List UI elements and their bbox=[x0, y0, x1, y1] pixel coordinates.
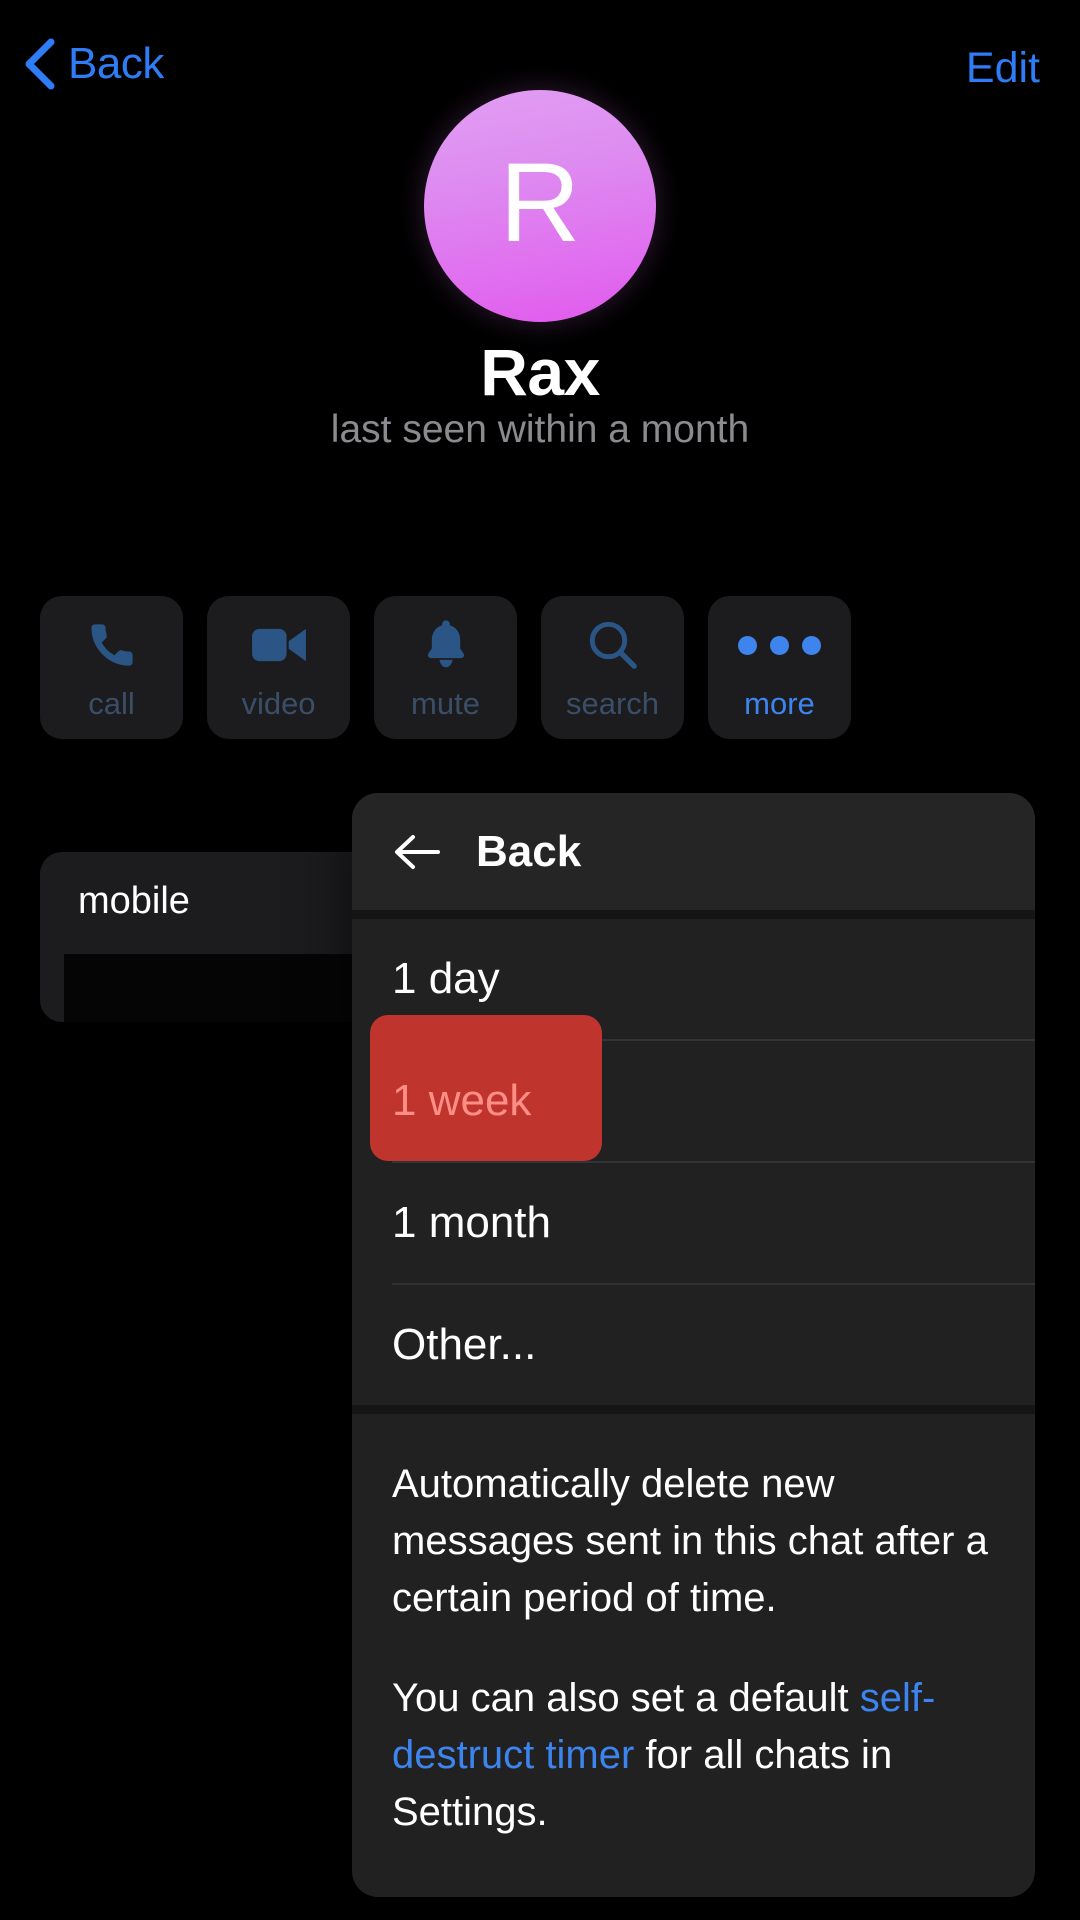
back-button[interactable]: Back bbox=[22, 38, 164, 90]
avatar[interactable]: R bbox=[424, 90, 656, 322]
edit-button[interactable]: Edit bbox=[966, 44, 1040, 93]
action-button-search-label: search bbox=[565, 686, 660, 721]
arrow-left-icon bbox=[392, 832, 442, 872]
bell-icon bbox=[422, 616, 470, 674]
context-menu: Back 1 day 1 week 1 month Other... Autom… bbox=[352, 793, 1035, 1897]
context-menu-footer: Automatically delete new messages sent i… bbox=[352, 1414, 1035, 1897]
menu-item-other-label: Other... bbox=[392, 1320, 537, 1369]
context-menu-back-label: Back bbox=[476, 826, 582, 876]
action-button-row: call video mute search more bbox=[40, 596, 851, 739]
action-button-video-label: video bbox=[241, 686, 316, 721]
action-button-call-label: call bbox=[88, 686, 135, 721]
menu-item-1-week-label: 1 week bbox=[392, 1076, 532, 1125]
action-button-video[interactable]: video bbox=[207, 596, 350, 739]
action-button-mute[interactable]: mute bbox=[374, 596, 517, 739]
footer-paragraph-1: Automatically delete new messages sent i… bbox=[392, 1462, 988, 1620]
action-button-call[interactable]: call bbox=[40, 596, 183, 739]
video-camera-icon bbox=[251, 616, 307, 674]
profile-status-text: last seen within a month bbox=[330, 408, 750, 451]
back-button-label: Back bbox=[68, 39, 164, 88]
menu-item-other[interactable]: Other... bbox=[352, 1285, 1035, 1405]
context-menu-divider bbox=[352, 910, 1035, 919]
chevron-left-icon bbox=[22, 38, 56, 90]
menu-item-1-month-label: 1 month bbox=[392, 1198, 551, 1247]
screen-root: Back Edit R Rax last seen within a month… bbox=[0, 0, 1080, 1920]
menu-item-1-week[interactable]: 1 week bbox=[352, 1015, 1035, 1161]
info-card-label: mobile bbox=[78, 880, 190, 922]
magnifier-icon bbox=[586, 616, 640, 674]
phone-icon bbox=[86, 616, 138, 674]
footer-paragraph-2: You can also set a default self-destruct… bbox=[392, 1670, 991, 1840]
menu-item-1-day-label: 1 day bbox=[392, 954, 500, 1003]
context-menu-back-button[interactable]: Back bbox=[352, 793, 1035, 910]
context-menu-footer-divider bbox=[352, 1405, 1035, 1414]
avatar-initial: R bbox=[499, 140, 581, 265]
action-button-more[interactable]: more bbox=[708, 596, 851, 739]
action-button-mute-label: mute bbox=[411, 686, 480, 721]
action-button-search[interactable]: search bbox=[541, 596, 684, 739]
footer-paragraph-2-pre: You can also set a default bbox=[392, 1676, 860, 1721]
menu-item-1-month[interactable]: 1 month bbox=[352, 1163, 1035, 1283]
action-button-more-label: more bbox=[744, 686, 815, 721]
page-title: Rax bbox=[480, 335, 600, 409]
ellipsis-icon bbox=[738, 616, 821, 674]
avatar-circle: R bbox=[424, 90, 656, 322]
